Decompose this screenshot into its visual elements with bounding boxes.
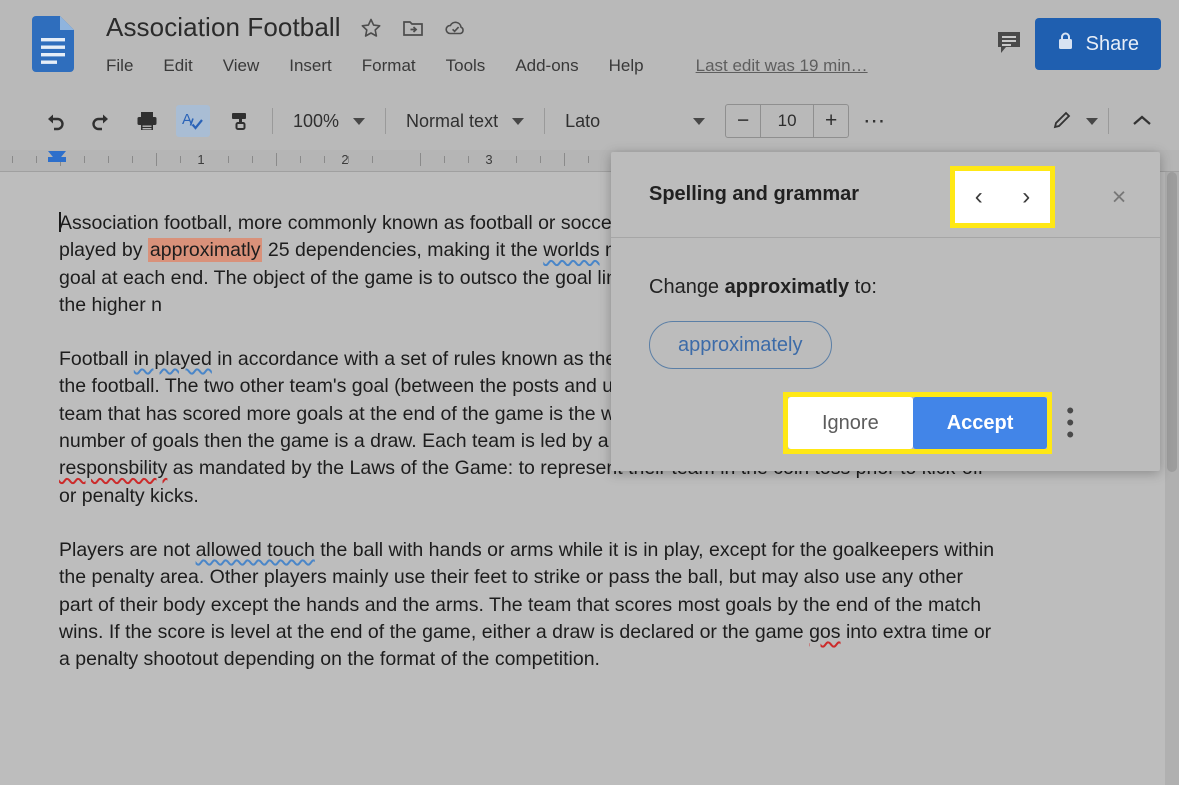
menu-edit[interactable]: Edit: [163, 56, 192, 76]
docs-file-icon[interactable]: [32, 16, 74, 72]
p1-run-0: Association football, more commonly know…: [59, 212, 612, 234]
spelling-error-responsbility[interactable]: responsbility: [59, 457, 167, 479]
spellcheck-icon[interactable]: A: [176, 105, 210, 137]
toolbar-divider: [1108, 108, 1109, 134]
last-edit-link[interactable]: Last edit was 19 min…: [696, 56, 868, 76]
lock-icon: [1057, 31, 1074, 57]
pencil-icon[interactable]: [1046, 105, 1080, 137]
style-value: Normal text: [406, 110, 499, 131]
font-size-input[interactable]: 10: [760, 105, 815, 137]
misspelled-word: approximatly: [724, 276, 850, 298]
grammar-error-worlds[interactable]: worlds: [543, 239, 599, 261]
toolbar-divider: [385, 108, 387, 134]
chevron-down-icon[interactable]: [1086, 117, 1098, 125]
change-instruction: Change approximatly to:: [649, 276, 1160, 299]
menu-file[interactable]: File: [106, 56, 133, 76]
p1-run-4: dependencies, making it the: [294, 239, 544, 262]
indent-marker[interactable]: [48, 151, 66, 162]
change-suffix: to:: [854, 276, 877, 298]
ruler-number-1: 1: [197, 152, 205, 167]
p3-run-0: Players are not: [59, 538, 196, 561]
zoom-value: 100%: [293, 110, 340, 131]
spelling-error-gos[interactable]: gos: [809, 621, 840, 643]
move-to-folder-icon[interactable]: [401, 16, 425, 40]
star-icon[interactable]: [359, 16, 383, 40]
more-options-icon[interactable]: ⋯: [863, 108, 887, 134]
share-label: Share: [1085, 32, 1139, 55]
document-scrollbar[interactable]: [1165, 172, 1179, 785]
toolbar-divider: [544, 108, 546, 134]
dialog-title: Spelling and grammar: [649, 183, 860, 205]
menu-addons[interactable]: Add-ons: [515, 56, 578, 76]
undo-icon[interactable]: [38, 105, 72, 137]
zoom-select[interactable]: 100%: [283, 104, 375, 138]
menu-view[interactable]: View: [223, 56, 260, 76]
ignore-button[interactable]: Ignore: [788, 397, 913, 449]
toolbar-right-group: [1040, 105, 1179, 137]
cloud-saved-icon[interactable]: [443, 16, 469, 40]
font-family-select[interactable]: Lato: [555, 104, 715, 138]
accept-button[interactable]: Accept: [912, 397, 1048, 449]
p2-run-0: Football: [59, 348, 134, 371]
google-docs-window: Association Football File Edit View Inse…: [0, 0, 1179, 785]
menu-bar: File Edit View Insert Format Tools Add-o…: [106, 56, 868, 76]
ruler-number-3: 3: [485, 152, 493, 167]
previous-suggestion-button[interactable]: ‹: [975, 185, 983, 209]
collapse-toolbar-icon[interactable]: [1125, 105, 1159, 137]
font-size-decrease-button[interactable]: −: [726, 105, 760, 137]
share-button[interactable]: Share: [1034, 18, 1161, 70]
dialog-header: Spelling and grammar ‹ › ×: [611, 152, 1160, 238]
scrollbar-thumb[interactable]: [1167, 172, 1177, 472]
grammar-error-allowed-touch[interactable]: allowed touch: [196, 539, 315, 561]
ruler-number-2: 2: [341, 152, 349, 167]
font-value: Lato: [565, 110, 601, 131]
suggestion-chip[interactable]: approximately: [649, 321, 832, 369]
toolbar: A 100% Normal text Lato − 10 + ⋯: [0, 92, 1179, 150]
chevron-down-icon: [693, 117, 706, 125]
grammar-error-in-played[interactable]: in played: [134, 348, 212, 370]
dialog-more-options-icon[interactable]: • • •: [1066, 399, 1074, 445]
menu-insert[interactable]: Insert: [289, 56, 332, 76]
title-row: Association Football: [106, 12, 469, 43]
p1-run-3: 25: [262, 239, 290, 262]
font-size-stepper: − 10 +: [725, 104, 850, 138]
close-icon[interactable]: ×: [1104, 182, 1134, 212]
comment-icon[interactable]: [993, 26, 1027, 60]
chevron-down-icon: [512, 117, 525, 125]
change-prefix: Change: [649, 276, 720, 298]
page-title[interactable]: Association Football: [106, 12, 341, 43]
menu-help[interactable]: Help: [609, 56, 644, 76]
dialog-actions: Ignore Accept • • •: [783, 392, 1074, 454]
action-button-group: Ignore Accept: [783, 392, 1053, 454]
toolbar-divider: [272, 108, 273, 134]
paint-format-icon[interactable]: [222, 105, 256, 137]
redo-icon[interactable]: [84, 105, 118, 137]
app-header: Association Football File Edit View Inse…: [0, 0, 1179, 92]
p2-run-2: in accordance with a set of rules known …: [211, 348, 617, 371]
dialog-body: Change approximatly to: approximately: [611, 238, 1160, 369]
paragraph-3: Players are not allowed touch the ball w…: [59, 537, 999, 673]
chevron-down-icon: [353, 117, 366, 125]
misspelled-highlight[interactable]: approximatly: [147, 238, 263, 263]
menu-tools[interactable]: Tools: [446, 56, 486, 76]
print-icon[interactable]: [130, 105, 164, 137]
next-suggestion-button[interactable]: ›: [1022, 185, 1030, 209]
suggestion-nav-group: ‹ ›: [950, 166, 1055, 228]
menu-format[interactable]: Format: [362, 56, 416, 76]
paragraph-style-select[interactable]: Normal text: [396, 104, 534, 138]
font-size-increase-button[interactable]: +: [814, 105, 848, 137]
